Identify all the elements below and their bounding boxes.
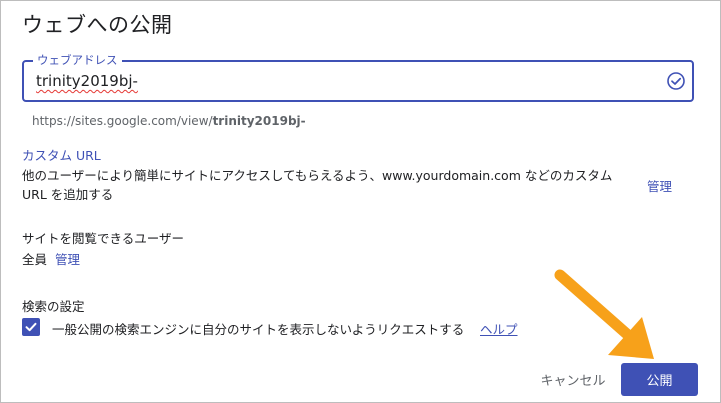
check-circle-icon xyxy=(667,72,685,90)
dialog-title: ウェブへの公開 xyxy=(22,13,173,37)
annotation-arrow-icon xyxy=(554,269,654,359)
viewers-value: 全員 xyxy=(22,252,48,267)
web-address-input[interactable]: trinity2019bj- xyxy=(36,72,138,90)
hide-from-search-checkbox[interactable] xyxy=(22,318,40,336)
custom-url-description: 他のユーザーにより簡単にサイトにアクセスしてもらえるよう、www.yourdom… xyxy=(22,168,613,202)
viewers-row: 全員 管理 xyxy=(22,249,80,268)
web-address-field[interactable]: ウェブアドレス trinity2019bj- xyxy=(22,53,694,102)
help-link[interactable]: ヘルプ xyxy=(480,319,518,338)
viewers-manage-link[interactable]: 管理 xyxy=(55,252,80,267)
search-settings-heading: 検索の設定 xyxy=(22,299,85,314)
custom-url-heading: カスタム URL xyxy=(22,148,101,163)
site-url-preview: https://sites.google.com/view/trinity201… xyxy=(32,114,306,128)
hide-from-search-label: 一般公開の検索エンジンに自分のサイトを表示しないようリクエストする xyxy=(52,322,465,337)
viewers-heading: サイトを閲覧できるユーザー xyxy=(22,231,185,246)
custom-url-manage-link[interactable]: 管理 xyxy=(647,176,672,195)
checkmark-icon xyxy=(25,322,37,332)
web-address-label: ウェブアドレス xyxy=(33,53,122,67)
cancel-button[interactable]: キャンセル xyxy=(532,363,614,395)
publish-button[interactable]: 公開 xyxy=(621,363,698,396)
